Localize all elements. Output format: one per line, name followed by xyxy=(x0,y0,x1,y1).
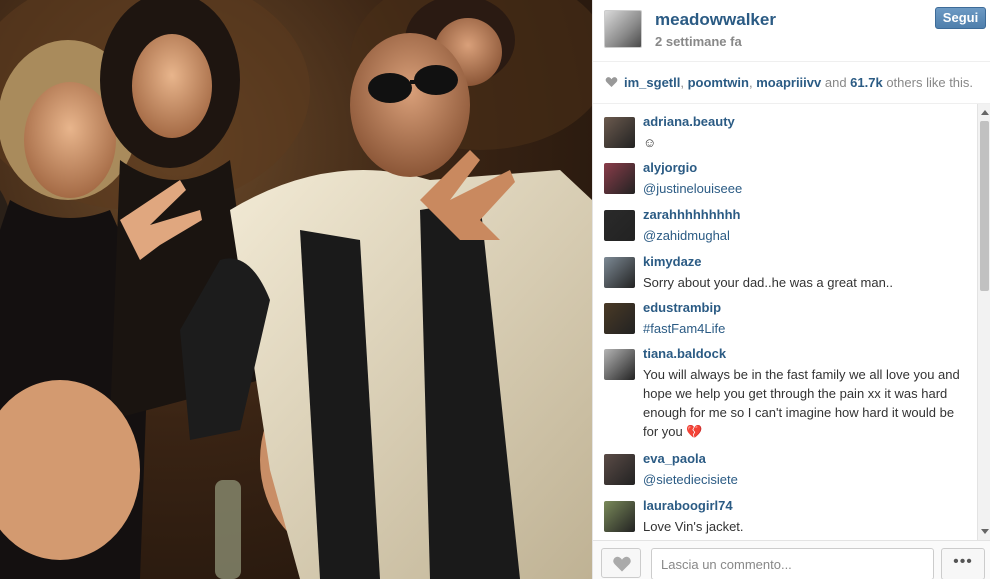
heart-icon xyxy=(605,77,618,87)
commenter-avatar[interactable] xyxy=(604,501,635,532)
commenter-avatar[interactable] xyxy=(604,210,635,241)
post-header: meadowwalker 2 settimane fa Segui xyxy=(593,0,990,62)
likes-suffix: others like this. xyxy=(882,75,974,90)
commenter-avatar[interactable] xyxy=(604,303,635,334)
commenter-username[interactable]: adriana.beauty xyxy=(643,114,735,129)
liker-username[interactable]: poomtwin xyxy=(688,75,749,90)
likes-and-text: and xyxy=(821,75,851,90)
comments-scrollbar[interactable] xyxy=(977,104,990,540)
scroll-down-arrow-icon[interactable] xyxy=(981,529,989,534)
liker-username[interactable]: im_sgetll xyxy=(624,75,680,90)
more-options-button[interactable]: ••• xyxy=(941,548,985,579)
commenter-username[interactable]: alyjorgio xyxy=(643,160,697,175)
comment-text: Love Vin's jacket. xyxy=(643,519,744,534)
comment-text[interactable]: #fastFam4Life xyxy=(643,319,963,338)
comment-text: You will always be in the fast family we… xyxy=(643,367,960,439)
comment-text[interactable]: @siete­diecisiete xyxy=(643,470,963,489)
comment-input[interactable] xyxy=(651,548,934,579)
commenter-username[interactable]: eva_paola xyxy=(643,451,706,466)
liker-username[interactable]: moapriiivv xyxy=(756,75,821,90)
comments-list: adriana.beauty ☺ alyjorgio @justinelouis… xyxy=(593,104,977,540)
comment-composer: ••• xyxy=(593,540,990,579)
post-sidebar: meadowwalker 2 settimane fa Segui im_sge… xyxy=(592,0,990,579)
commenter-username[interactable]: kimydaze xyxy=(643,254,702,269)
follow-button[interactable]: Segui xyxy=(935,7,986,29)
commenter-avatar[interactable] xyxy=(604,163,635,194)
commenter-username[interactable]: lauraboogirl74 xyxy=(643,498,733,513)
commenter-username[interactable]: zarahhhhhhhhh xyxy=(643,207,741,222)
author-avatar[interactable] xyxy=(604,10,642,48)
likes-summary: im_sgetll, poomtwin, moapriiivv and 61.7… xyxy=(593,62,990,104)
post-photo[interactable] xyxy=(0,0,592,579)
commenter-avatar[interactable] xyxy=(604,349,635,380)
comment-text[interactable]: @justinelouiseee xyxy=(643,179,963,198)
post-timestamp: 2 settimane fa xyxy=(655,34,742,49)
scroll-thumb[interactable] xyxy=(980,121,989,291)
comment-text: ☺ xyxy=(643,135,657,150)
heart-icon xyxy=(613,556,631,572)
commenter-avatar[interactable] xyxy=(604,454,635,485)
commenter-username[interactable]: edustrambip xyxy=(643,300,721,315)
comment-text: Sorry about your dad..he was a great man… xyxy=(643,275,894,290)
photo-illustration xyxy=(0,0,592,579)
likes-separator: , xyxy=(680,75,688,90)
commenter-avatar[interactable] xyxy=(604,257,635,288)
author-username[interactable]: meadowwalker xyxy=(655,10,776,30)
commenter-avatar[interactable] xyxy=(604,117,635,148)
comment-text[interactable]: @zahidmughal xyxy=(643,226,963,245)
likes-count[interactable]: 61.7k xyxy=(850,75,883,90)
commenter-username[interactable]: tiana.baldock xyxy=(643,346,726,361)
scroll-up-arrow-icon[interactable] xyxy=(981,110,989,115)
like-button[interactable] xyxy=(601,548,641,578)
